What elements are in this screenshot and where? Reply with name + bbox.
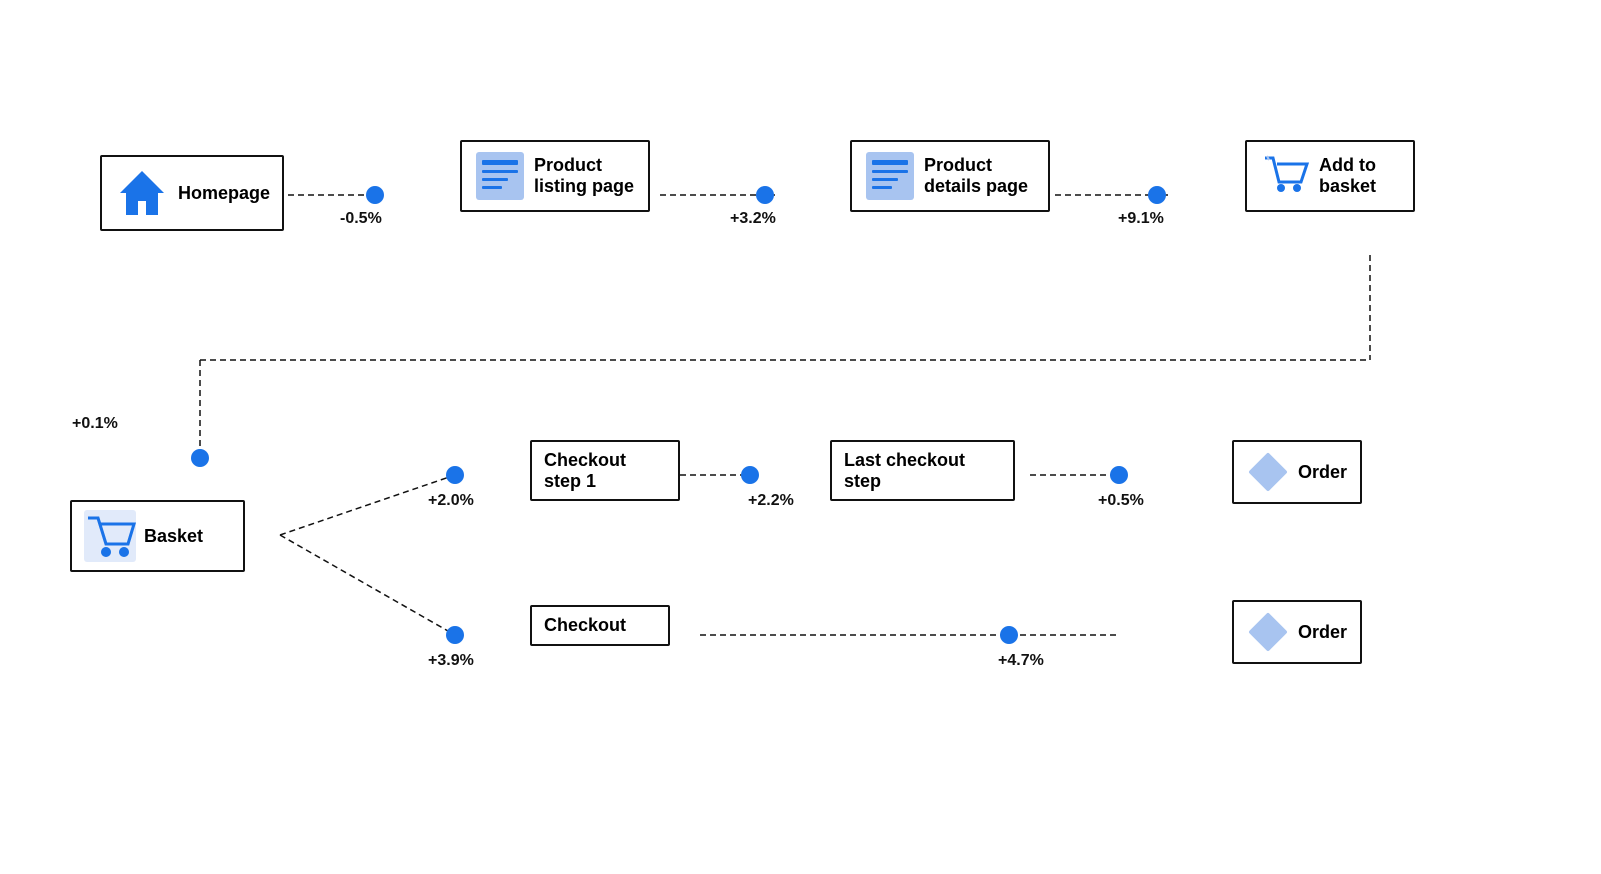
cart-icon-2 bbox=[84, 510, 136, 562]
dot-7 bbox=[1110, 466, 1128, 484]
list-icon-1 bbox=[474, 150, 526, 202]
dot-5 bbox=[446, 466, 464, 484]
product-listing-label: Product listing page bbox=[534, 155, 634, 196]
order2-label: Order bbox=[1298, 622, 1347, 643]
add-to-basket-label: Add to basket bbox=[1319, 155, 1376, 196]
dot-9 bbox=[1000, 626, 1018, 644]
checkout-step1-label: Checkout step 1 bbox=[544, 450, 626, 491]
dot-4 bbox=[191, 449, 209, 467]
cart-icon-1 bbox=[1259, 150, 1311, 202]
basket-label: Basket bbox=[144, 526, 203, 547]
pct-2: +3.2% bbox=[730, 210, 776, 228]
dot-8 bbox=[446, 626, 464, 644]
home-icon bbox=[114, 165, 170, 221]
dot-6 bbox=[741, 466, 759, 484]
last-checkout-step-label: Last checkout step bbox=[844, 450, 965, 491]
dot-2 bbox=[756, 186, 774, 204]
pct-9: +4.7% bbox=[998, 652, 1044, 670]
dot-3 bbox=[1148, 186, 1166, 204]
basket-node: Basket bbox=[70, 500, 245, 572]
connector-lines bbox=[0, 0, 1601, 874]
product-listing-node: Product listing page bbox=[460, 140, 650, 212]
list-icon-2 bbox=[864, 150, 916, 202]
pct-8: +3.9% bbox=[428, 652, 474, 670]
order1-node: Order bbox=[1232, 440, 1362, 504]
pct-7: +0.5% bbox=[1098, 492, 1144, 510]
checkout-label: Checkout bbox=[544, 615, 626, 636]
pct-6: +2.2% bbox=[748, 492, 794, 510]
add-to-basket-node: Add to basket bbox=[1245, 140, 1415, 212]
pct-3: +9.1% bbox=[1118, 210, 1164, 228]
product-details-label: Product details page bbox=[924, 155, 1028, 196]
homepage-node: Homepage bbox=[100, 155, 284, 231]
last-checkout-step-node: Last checkout step bbox=[830, 440, 1015, 501]
diamond-icon-1 bbox=[1246, 450, 1290, 494]
homepage-label: Homepage bbox=[178, 183, 270, 204]
order2-node: Order bbox=[1232, 600, 1362, 664]
checkout-node: Checkout bbox=[530, 605, 670, 646]
product-details-node: Product details page bbox=[850, 140, 1050, 212]
diamond-icon-2 bbox=[1246, 610, 1290, 654]
order1-label: Order bbox=[1298, 462, 1347, 483]
pct-5: +2.0% bbox=[428, 492, 474, 510]
flow-diagram: Homepage Product listing page bbox=[0, 0, 1601, 874]
pct-4: +0.1% bbox=[72, 415, 118, 433]
pct-1: -0.5% bbox=[340, 210, 382, 228]
dot-1 bbox=[366, 186, 384, 204]
checkout-step1-node: Checkout step 1 bbox=[530, 440, 680, 501]
